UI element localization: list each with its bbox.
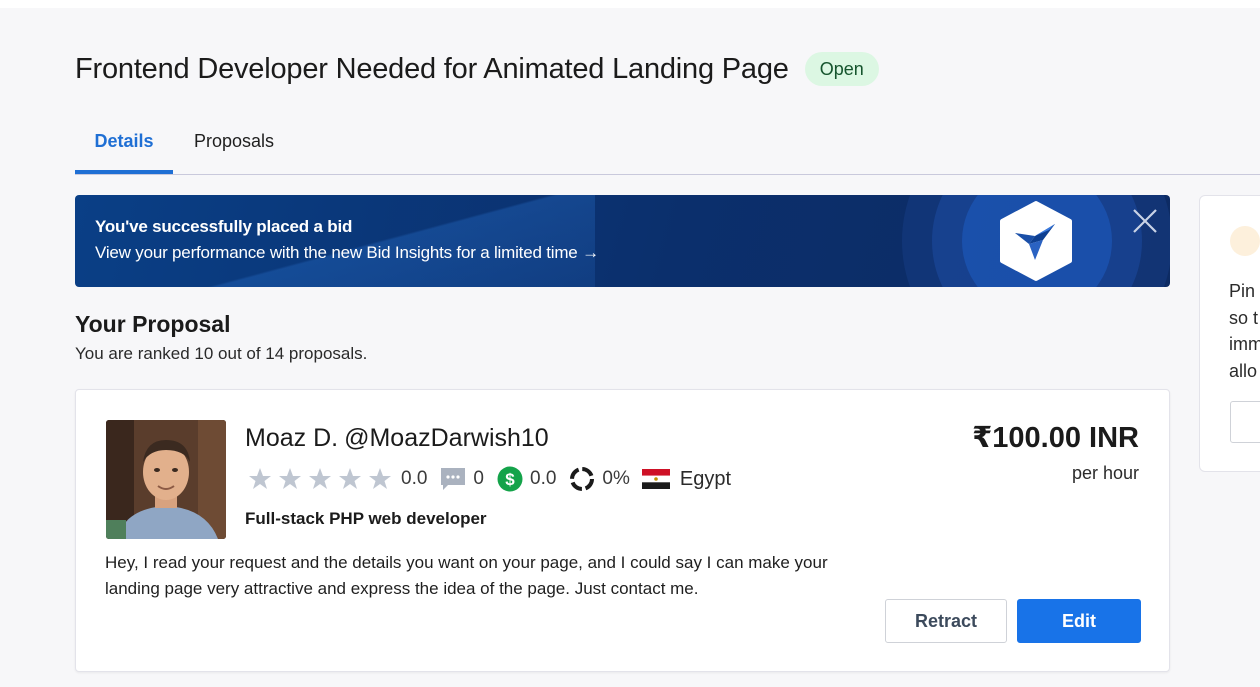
- country-name: Egypt: [679, 467, 732, 490]
- banner-title: You've successfully placed a bid: [95, 217, 353, 236]
- page-title: Frontend Developer Needed for Animated L…: [75, 52, 789, 85]
- earnings-score: 0.0: [530, 468, 557, 489]
- user-tagline: Full-stack PHP web developer: [245, 509, 487, 528]
- user-name[interactable]: Moaz D.: [245, 424, 338, 452]
- tab-details[interactable]: Details: [75, 118, 173, 174]
- completion-rate: 0%: [602, 468, 630, 489]
- bid-price: ₹100.00 INR: [972, 422, 1139, 454]
- star-icon: [305, 466, 335, 492]
- egypt-flag-icon: [641, 466, 670, 492]
- freelancer-bird-hex-icon: [1000, 201, 1072, 281]
- tab-bar: Details Proposals: [75, 118, 1260, 175]
- close-icon[interactable]: [1131, 207, 1159, 235]
- star-icon: [335, 466, 365, 492]
- banner-wedge-decoration: [75, 195, 595, 287]
- banner-insights-link[interactable]: View your performance with the new Bid I…: [95, 243, 599, 263]
- bid-insights-banner[interactable]: You've successfully placed a bid View yo…: [75, 195, 1170, 287]
- page-header: Frontend Developer Needed for Animated L…: [75, 52, 879, 86]
- rate-unit: per hour: [1071, 463, 1139, 483]
- edit-button[interactable]: Edit: [1017, 599, 1141, 643]
- tab-proposals[interactable]: Proposals: [191, 118, 277, 174]
- retract-button[interactable]: Retract: [885, 599, 1007, 643]
- pin-icon: [1230, 226, 1260, 256]
- side-panel-text: Pin so t imm allo: [1229, 281, 1260, 381]
- reviews-icon: [439, 466, 467, 492]
- star-icon: [245, 466, 275, 492]
- section-title: Your Proposal: [75, 311, 231, 337]
- avatar[interactable]: [106, 420, 226, 539]
- completion-rate-icon: [568, 466, 596, 492]
- user-identity: Moaz D. @MoazDarwish10: [245, 424, 549, 453]
- side-panel-card: Pin so t imm allo: [1199, 195, 1260, 472]
- star-icon: [365, 466, 395, 492]
- user-stats: 0.0 0 $ 0.0 0% Egypt: [245, 466, 731, 492]
- top-strip: [0, 0, 1260, 8]
- side-panel-button[interactable]: [1230, 401, 1260, 443]
- rating-stars: [245, 466, 395, 492]
- star-icon: [275, 466, 305, 492]
- rating-value: 0.0: [401, 468, 428, 489]
- reviews-count: 0: [473, 468, 484, 489]
- rank-text: You are ranked 10 out of 14 proposals.: [75, 344, 368, 363]
- user-handle: @MoazDarwish10: [344, 424, 549, 452]
- proposal-card: Moaz D. @MoazDarwish10 0.0 0 $ 0.0 0% Egy…: [75, 389, 1170, 672]
- earnings-dollar-icon: $: [496, 466, 524, 492]
- svg-text:$: $: [505, 470, 515, 489]
- avatar-photo: [106, 420, 226, 539]
- status-badge: Open: [804, 52, 879, 86]
- proposal-text: Hey, I read your request and the details…: [105, 553, 828, 598]
